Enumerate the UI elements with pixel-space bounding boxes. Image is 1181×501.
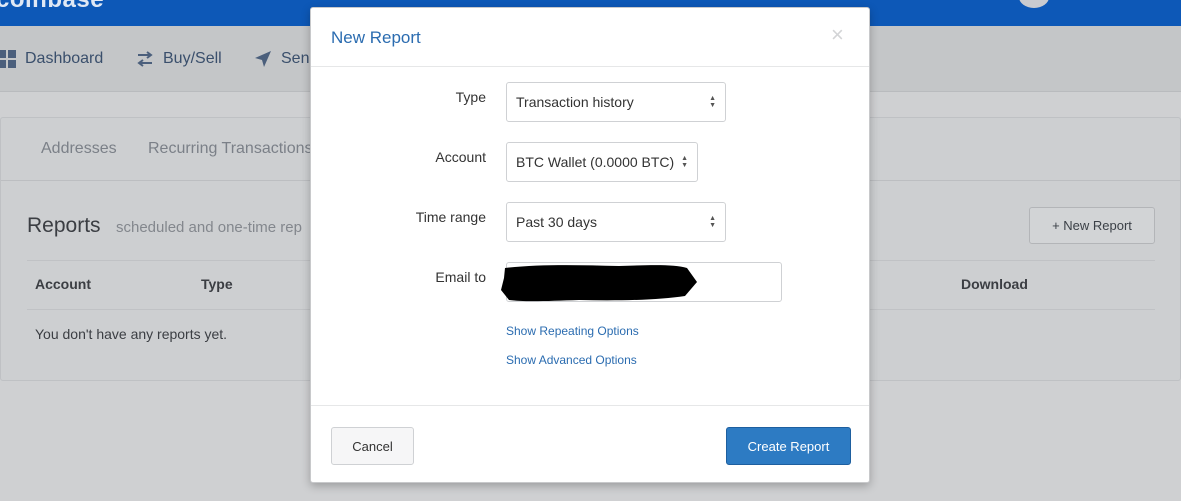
type-select[interactable]: Transaction history ▲ ▼ xyxy=(506,82,726,122)
brand-logo[interactable]: coinbase xyxy=(0,0,104,14)
show-advanced-options-link[interactable]: Show Advanced Options xyxy=(506,353,637,367)
account-select-value: BTC Wallet (0.0000 BTC) xyxy=(516,154,675,170)
redaction-mark xyxy=(501,265,697,302)
paper-plane-icon xyxy=(254,50,272,68)
column-header-account: Account xyxy=(35,276,91,292)
show-repeating-options-link[interactable]: Show Repeating Options xyxy=(506,324,639,338)
avatar[interactable] xyxy=(1019,0,1049,8)
nav-item-label: Buy/Sell xyxy=(163,50,222,67)
type-label: Type xyxy=(455,89,486,105)
select-arrows-icon: ▲ ▼ xyxy=(709,95,716,109)
create-report-button[interactable]: Create Report xyxy=(726,427,851,465)
page-subtitle: scheduled and one-time rep xyxy=(116,219,302,236)
tab-addresses[interactable]: Addresses xyxy=(41,140,117,158)
column-header-type: Type xyxy=(201,276,233,292)
select-arrows-icon: ▲ ▼ xyxy=(681,155,688,169)
empty-state-message: You don't have any reports yet. xyxy=(35,326,228,342)
column-header-download: Download xyxy=(961,276,1028,292)
type-select-value: Transaction history xyxy=(516,94,634,110)
swap-arrows-icon xyxy=(136,51,154,67)
new-report-button[interactable]: + New Report xyxy=(1029,207,1155,244)
time-range-label: Time range xyxy=(415,209,486,225)
account-label: Account xyxy=(435,149,486,165)
nav-item-dashboard[interactable]: Dashboard xyxy=(0,48,103,70)
time-range-select-value: Past 30 days xyxy=(516,214,597,230)
tab-recurring-transactions[interactable]: Recurring Transactions xyxy=(148,140,313,158)
nav-item-send[interactable]: Send xyxy=(254,48,318,70)
email-label: Email to xyxy=(435,269,486,285)
time-range-select[interactable]: Past 30 days ▲ ▼ xyxy=(506,202,726,242)
close-icon[interactable]: × xyxy=(831,24,844,46)
nav-item-buy-sell[interactable]: Buy/Sell xyxy=(136,48,222,70)
modal-title: New Report xyxy=(331,28,421,47)
account-select[interactable]: BTC Wallet (0.0000 BTC) ▲ ▼ xyxy=(506,142,698,182)
select-arrows-icon: ▲ ▼ xyxy=(709,215,716,229)
modal-header: New Report × xyxy=(311,8,869,67)
modal-footer: Cancel Create Report xyxy=(311,405,869,483)
nav-item-label: Dashboard xyxy=(25,50,104,67)
cancel-button[interactable]: Cancel xyxy=(331,427,414,465)
grid-icon xyxy=(0,50,16,68)
new-report-modal: New Report × Type Transaction history ▲ ▼… xyxy=(310,7,870,483)
page-title: Reports xyxy=(27,214,101,237)
